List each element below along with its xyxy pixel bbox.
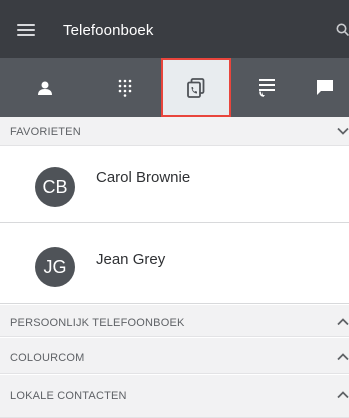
section-header-colourcom[interactable]: COLOURCOM <box>0 338 349 374</box>
person-icon <box>38 81 52 95</box>
page-title: Telefoonboek <box>63 22 154 39</box>
phonebook-icon <box>187 77 205 98</box>
avatar: CB <box>35 167 75 207</box>
favorite-contact-item[interactable]: CB Carol Brownie <box>0 147 349 223</box>
section-label: COLOURCOM <box>10 352 85 364</box>
chevron-down-icon <box>337 127 349 135</box>
section-label: LOKALE CONTACTEN <box>10 390 127 402</box>
chevron-up-icon <box>337 353 349 361</box>
search-icon[interactable] <box>336 23 349 36</box>
tab-dialpad[interactable] <box>90 58 160 117</box>
section-header-local-contacts[interactable]: LOKALE CONTACTEN <box>0 375 349 418</box>
call-history-icon <box>259 78 275 97</box>
chat-icon <box>316 79 333 95</box>
tab-phonebook[interactable] <box>161 58 231 117</box>
contact-name: Jean Grey <box>96 251 166 268</box>
tab-call-history[interactable] <box>232 58 302 117</box>
dialpad-icon <box>118 79 132 97</box>
section-header-personal-phonebook[interactable]: PERSOONLIJK TELEFOONBOEK <box>0 305 349 337</box>
section-label: PERSOONLIJK TELEFOONBOEK <box>10 317 185 329</box>
tab-bar <box>0 58 349 117</box>
chevron-up-icon <box>337 391 349 399</box>
tab-chat[interactable] <box>300 58 349 117</box>
chevron-up-icon <box>337 318 349 326</box>
section-label: FAVORIETEN <box>10 126 81 138</box>
section-header-favorites[interactable]: FAVORIETEN <box>0 117 349 146</box>
app-bar: Telefoonboek <box>0 0 349 58</box>
contact-name: Carol Brownie <box>96 169 191 186</box>
avatar: JG <box>35 247 75 287</box>
hamburger-menu-icon[interactable] <box>17 24 35 36</box>
tab-contact-profile[interactable] <box>10 58 80 117</box>
favorite-contact-item[interactable]: JG Jean Grey <box>0 227 349 304</box>
